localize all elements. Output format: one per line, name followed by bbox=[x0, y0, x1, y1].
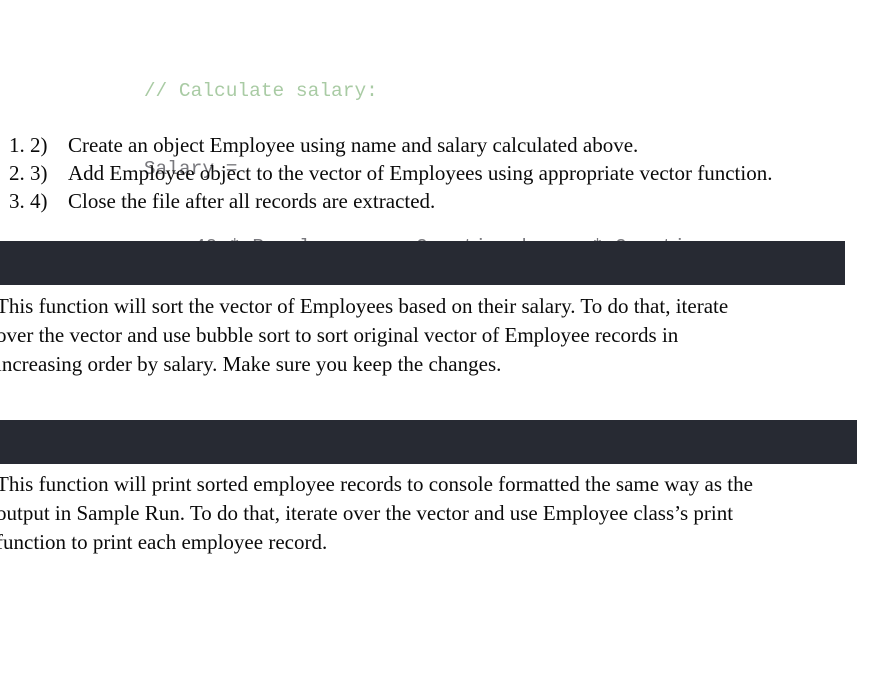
code-comment-text: // Calculate salary: bbox=[143, 80, 378, 102]
paragraph-line: function to print each employee record. bbox=[0, 530, 328, 554]
salary-code-snippet: // Calculate salary: Salary = 40 * Regul… bbox=[0, 0, 885, 260]
code-line-comment: // Calculate salary: bbox=[0, 52, 885, 102]
list-item-label: Add Employee object to the vector of Emp… bbox=[68, 161, 773, 185]
list-item: 3) Add Employee object to the vector of E… bbox=[30, 159, 885, 187]
paragraph-line: increasing order by salary. Make sure yo… bbox=[0, 352, 502, 376]
list-item-label: Close the file after all records are ext… bbox=[68, 189, 436, 213]
paragraph-line: over the vector and use bubble sort to s… bbox=[0, 323, 679, 347]
list-item-marker: 4) bbox=[30, 189, 48, 213]
print-function-signature-banner: void print(/* pass in vector of employee… bbox=[0, 420, 857, 464]
paragraph-line: output in Sample Run. To do that, iterat… bbox=[0, 501, 734, 525]
list-item-label: Create an object Employee using name and… bbox=[68, 133, 639, 157]
paragraph-line: This function will print sorted employee… bbox=[0, 472, 753, 496]
list-item-marker: 2) bbox=[30, 133, 48, 157]
sort-function-description: This function will sort the vector of Em… bbox=[0, 292, 881, 379]
sort-function-signature-banner: void sort(/* pass in vector of employees… bbox=[0, 241, 845, 285]
list-item-marker: 3) bbox=[30, 161, 48, 185]
file-reading-steps-list: 2) Create an object Employee using name a… bbox=[0, 131, 885, 215]
paragraph-line: This function will sort the vector of Em… bbox=[0, 294, 729, 318]
print-function-description: This function will print sorted employee… bbox=[0, 470, 881, 557]
list-item: 4) Close the file after all records are e… bbox=[30, 187, 885, 215]
list-item: 2) Create an object Employee using name a… bbox=[30, 131, 885, 159]
